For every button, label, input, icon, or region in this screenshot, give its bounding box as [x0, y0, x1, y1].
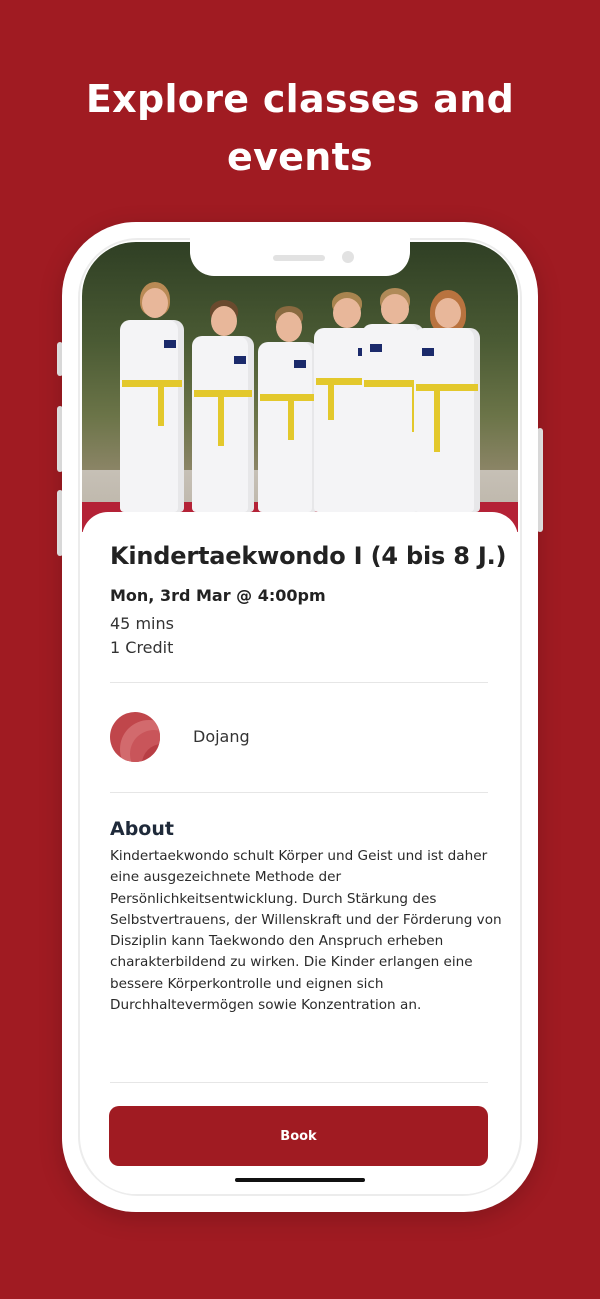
divider [110, 1082, 488, 1083]
about-description: Kindertaekwondo schult Körper und Geist … [110, 848, 502, 1014]
location-name[interactable]: Dojang [193, 727, 250, 746]
location-avatar-icon [110, 712, 160, 762]
photo-child [120, 282, 184, 512]
phone-speaker [273, 255, 325, 261]
class-datetime: Mon, 3rd Mar @ 4:00pm [110, 586, 326, 605]
class-title: Kindertaekwondo I (4 bis 8 J.) [110, 542, 507, 570]
app-store-screenshot: Explore classes and events Kindertaekwon… [0, 0, 600, 1299]
divider [110, 792, 488, 793]
class-detail-card: Kindertaekwondo I (4 bis 8 J.) Mon, 3rd … [82, 512, 518, 1194]
home-indicator [235, 1178, 365, 1182]
headline-line-1: Explore classes and [85, 77, 515, 121]
class-photo [82, 242, 518, 532]
divider [110, 682, 488, 683]
phone-screen: Kindertaekwondo I (4 bis 8 J.) Mon, 3rd … [82, 242, 518, 1194]
photo-child [258, 306, 318, 512]
book-button[interactable]: Book [109, 1106, 488, 1166]
about-heading: About [110, 818, 174, 840]
headline-line-2: events [227, 135, 373, 179]
photo-child [192, 300, 254, 512]
class-credits: 1 Credit [110, 638, 174, 657]
marketing-headline: Explore classes and events [0, 70, 600, 186]
phone-camera-icon [342, 251, 354, 263]
class-duration: 45 mins [110, 614, 174, 633]
photo-child [414, 290, 480, 512]
